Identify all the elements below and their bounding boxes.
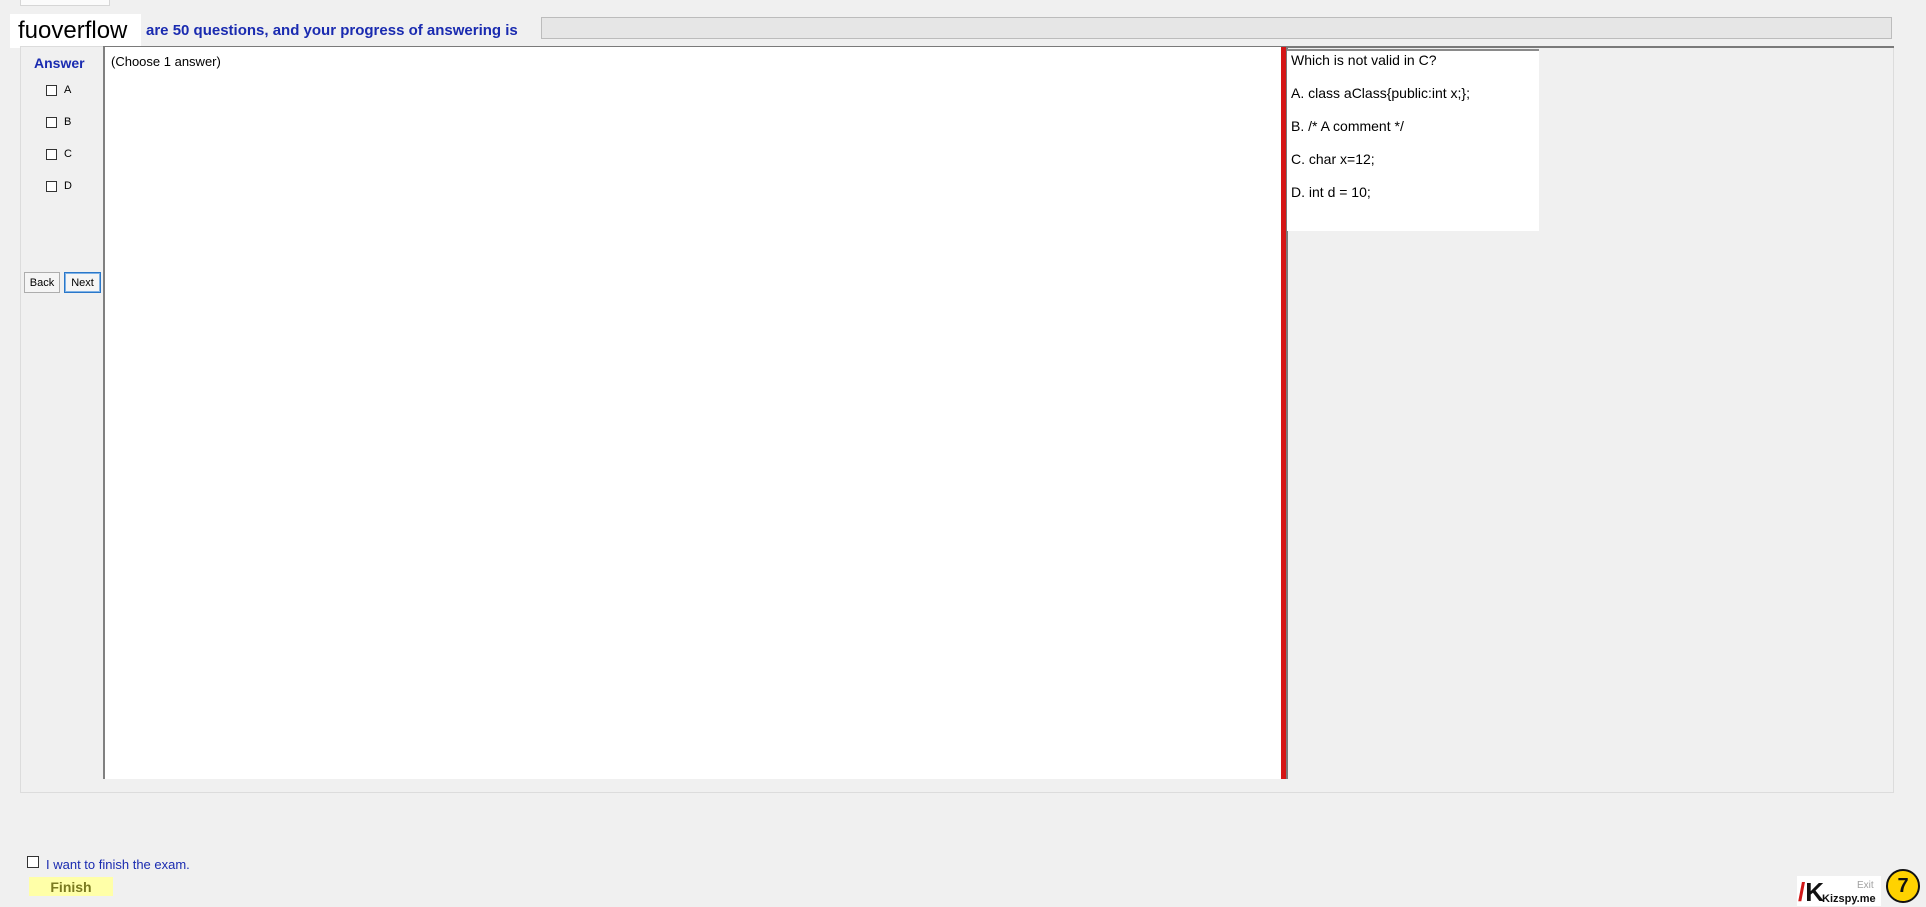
option-label-b: B — [64, 116, 72, 128]
watermark-k-icon: /K — [1798, 877, 1825, 907]
question-choice-c: C. char x=12; — [1291, 151, 1375, 167]
option-label-c: C — [64, 148, 72, 160]
progress-bar — [541, 17, 1892, 39]
option-label-a: A — [64, 84, 72, 96]
question-prompt: Which is not valid in C? — [1291, 52, 1437, 68]
question-choice-d: D. int d = 10; — [1291, 184, 1371, 200]
choose-instruction: (Choose 1 answer) — [111, 54, 221, 69]
finish-exam-checkbox[interactable] — [27, 856, 39, 868]
answer-title: Answer — [34, 55, 85, 71]
back-button[interactable]: Back — [24, 272, 60, 293]
finish-exam-label[interactable]: I want to finish the exam. — [46, 857, 190, 872]
exit-button[interactable]: Exit — [1857, 880, 1874, 891]
answer-option-b[interactable]: B — [46, 114, 71, 130]
question-choice-b: B. /* A comment */ — [1291, 118, 1404, 134]
progress-label: are 50 questions, and your progress of a… — [146, 22, 518, 39]
answer-option-a[interactable]: A — [46, 82, 71, 98]
checkbox-d[interactable] — [46, 180, 57, 192]
answer-option-d[interactable]: D — [46, 178, 72, 194]
checkbox-c[interactable] — [46, 148, 57, 160]
finish-button[interactable]: Finish — [29, 877, 113, 896]
option-label-d: D — [64, 180, 72, 192]
logo: fuoverflow — [10, 14, 141, 48]
answer-text-area[interactable] — [103, 47, 1282, 779]
answer-option-c[interactable]: C — [46, 146, 72, 162]
checkbox-a[interactable] — [46, 84, 57, 96]
question-choice-a: A. class aClass{public:int x;}; — [1291, 85, 1470, 101]
next-button[interactable]: Next — [64, 272, 101, 293]
number-badge: 7 — [1886, 869, 1920, 903]
question-box — [1287, 49, 1539, 231]
top-tab — [20, 0, 110, 6]
watermark-text: Kizspy.me — [1822, 893, 1876, 905]
checkbox-b[interactable] — [46, 116, 57, 128]
